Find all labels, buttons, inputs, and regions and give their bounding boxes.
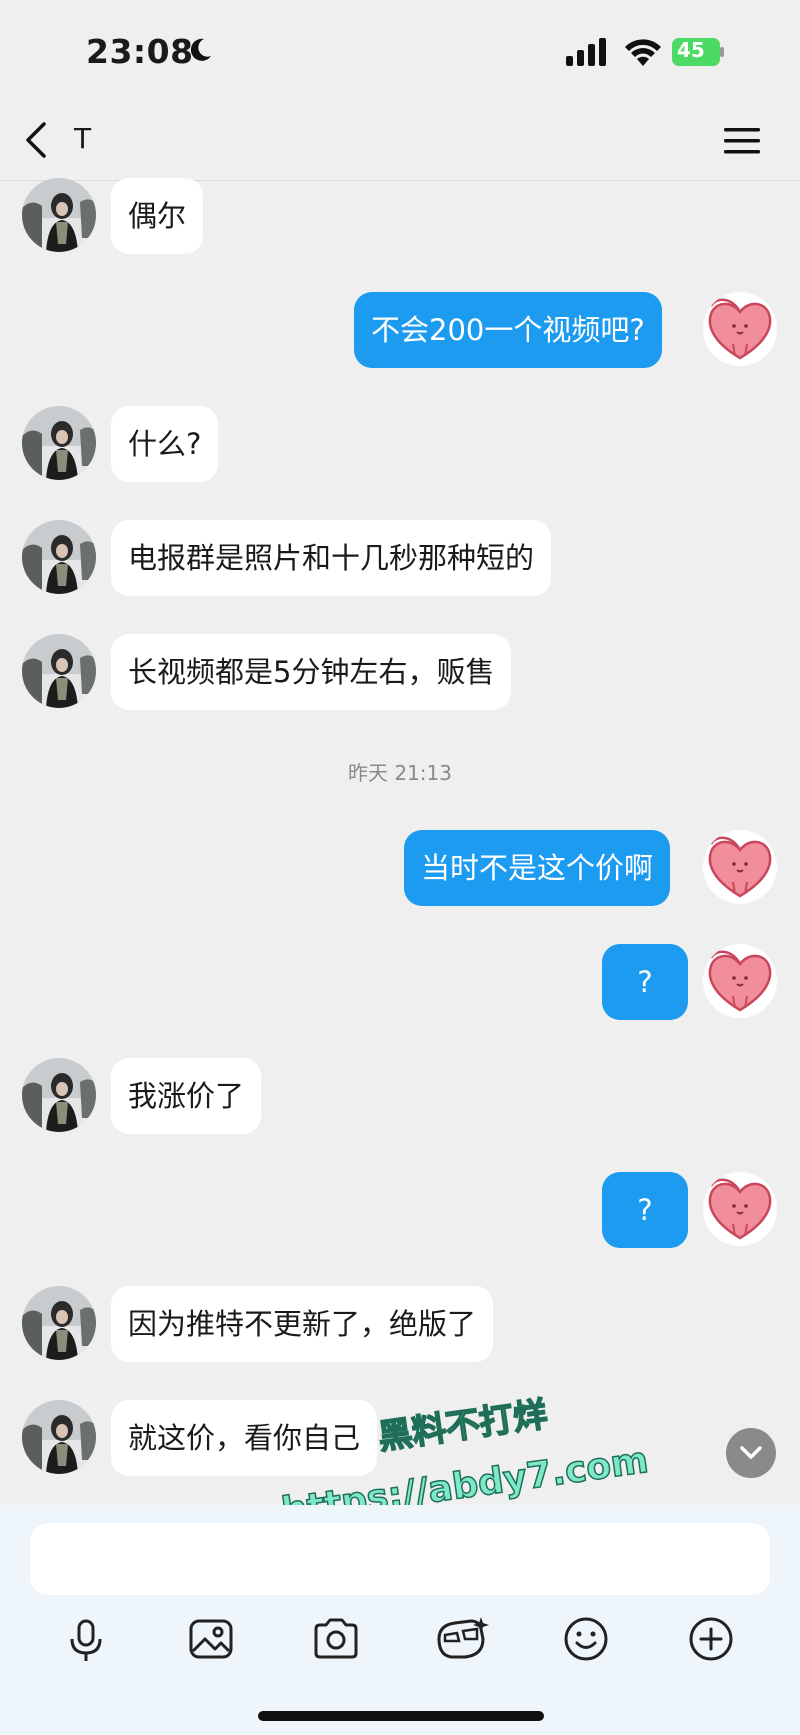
message-bubble-outgoing[interactable]: ? xyxy=(602,944,688,1020)
message-bubble-incoming[interactable]: 长视频都是5分钟左右，贩售 xyxy=(111,634,512,710)
watermark-line-1: 黑料不打烊 xyxy=(376,1394,550,1457)
status-bar: 23:08 45 xyxy=(0,0,800,100)
message-bubble-incoming[interactable]: 偶尔 xyxy=(111,178,204,254)
wifi-icon xyxy=(625,39,661,66)
home-indicator[interactable] xyxy=(258,1711,544,1721)
menu-icon[interactable] xyxy=(724,126,760,156)
message-bubble-incoming[interactable]: 因为推特不更新了，绝版了 xyxy=(111,1286,494,1362)
moon-icon xyxy=(190,38,211,61)
contact-avatar[interactable] xyxy=(22,1058,96,1132)
chevron-down-icon xyxy=(740,1446,762,1459)
emoji-icon[interactable] xyxy=(556,1609,616,1669)
image-icon[interactable] xyxy=(181,1609,241,1669)
message-bubble-incoming[interactable]: 电报群是照片和十几秒那种短的 xyxy=(111,520,552,596)
scroll-to-bottom-button[interactable] xyxy=(726,1428,776,1478)
chat-header: T xyxy=(0,100,800,181)
status-time: 23:08 xyxy=(86,32,194,71)
my-avatar[interactable] xyxy=(703,944,777,1018)
contact-avatar[interactable] xyxy=(22,520,96,594)
chat-title[interactable]: T xyxy=(74,122,91,155)
message-bubble-outgoing[interactable]: ? xyxy=(602,1172,688,1248)
message-timestamp: 昨天 21:13 xyxy=(348,761,452,785)
battery-level: 45 xyxy=(677,38,705,62)
my-avatar[interactable] xyxy=(703,1172,777,1246)
my-avatar[interactable] xyxy=(703,830,777,904)
camera-icon[interactable] xyxy=(306,1609,366,1669)
composer xyxy=(0,1505,800,1735)
mic-icon[interactable] xyxy=(56,1609,116,1669)
signal-icon xyxy=(566,38,606,66)
contact-avatar[interactable] xyxy=(22,406,96,480)
message-bubble-outgoing[interactable]: 当时不是这个价啊 xyxy=(404,830,671,906)
my-avatar[interactable] xyxy=(703,292,777,366)
message-bubble-outgoing[interactable]: 不会200一个视频吧? xyxy=(354,292,662,368)
message-bubble-incoming[interactable]: 什么? xyxy=(111,406,219,482)
contact-avatar[interactable] xyxy=(22,1286,96,1360)
contact-avatar[interactable] xyxy=(22,1400,96,1474)
plus-icon[interactable] xyxy=(681,1609,741,1669)
contact-avatar[interactable] xyxy=(22,634,96,708)
contact-avatar[interactable] xyxy=(22,178,96,252)
watermark: 黑料不打烊 https://abdy7.com xyxy=(278,1394,651,1525)
back-chevron-icon[interactable] xyxy=(22,120,52,160)
message-input[interactable] xyxy=(30,1523,770,1595)
message-bubble-incoming[interactable]: 我涨价了 xyxy=(111,1058,262,1134)
sticker-icon[interactable] xyxy=(431,1609,491,1669)
